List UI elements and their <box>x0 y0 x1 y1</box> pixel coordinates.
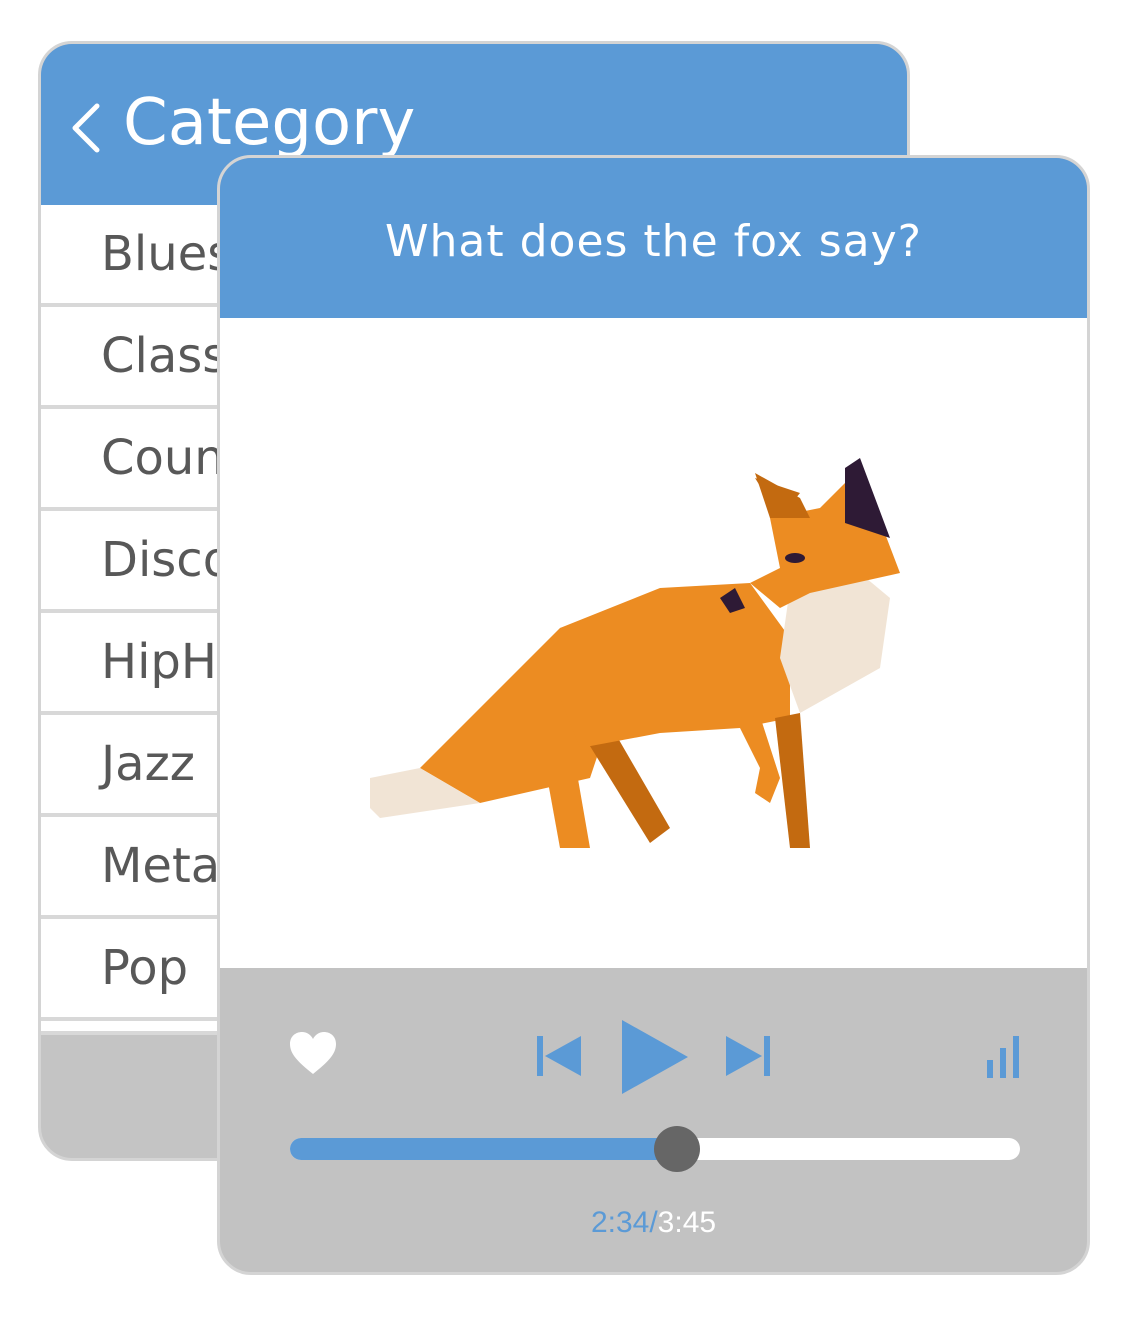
signal-bars-icon <box>987 1036 1019 1078</box>
back-button[interactable] <box>61 96 111 160</box>
song-title: What does the fox say? <box>385 216 922 267</box>
skip-next-icon <box>726 1036 770 1076</box>
progress-thumb[interactable] <box>653 1126 700 1172</box>
levels-button[interactable] <box>985 1034 1021 1078</box>
play-button[interactable] <box>620 1018 690 1096</box>
album-artwork <box>220 318 1087 968</box>
player-header: What does the fox say? <box>220 158 1087 318</box>
player-controls: 2:34/3:45 <box>220 968 1087 1272</box>
favorite-button[interactable] <box>288 1030 338 1076</box>
category-title: Category <box>123 86 416 160</box>
play-icon <box>622 1020 688 1094</box>
skip-previous-icon <box>537 1036 581 1076</box>
next-button[interactable] <box>724 1032 772 1080</box>
progress-bar[interactable] <box>290 1126 1020 1172</box>
time-readout: 2:34/3:45 <box>220 1206 1087 1240</box>
heart-icon <box>290 1032 336 1074</box>
previous-button[interactable] <box>535 1032 583 1080</box>
category-item-label: Jazz <box>101 736 195 792</box>
category-item-label: Blues <box>101 226 233 282</box>
category-item-label: Metal <box>101 838 234 894</box>
fox-illustration <box>370 458 900 848</box>
time-total: 3:45 <box>657 1206 717 1239</box>
player-screen: What does the fox say? 2:34/3:45 <box>217 155 1090 1275</box>
category-item-label: Disco <box>101 532 233 588</box>
app-stage: Category Blues Classical Country Disco H… <box>0 0 1129 1327</box>
category-item-label: Pop <box>101 940 189 996</box>
time-separator: / <box>649 1206 658 1239</box>
time-elapsed: 2:34 <box>590 1206 650 1239</box>
chevron-left-icon <box>72 103 100 153</box>
progress-fill <box>290 1138 677 1160</box>
